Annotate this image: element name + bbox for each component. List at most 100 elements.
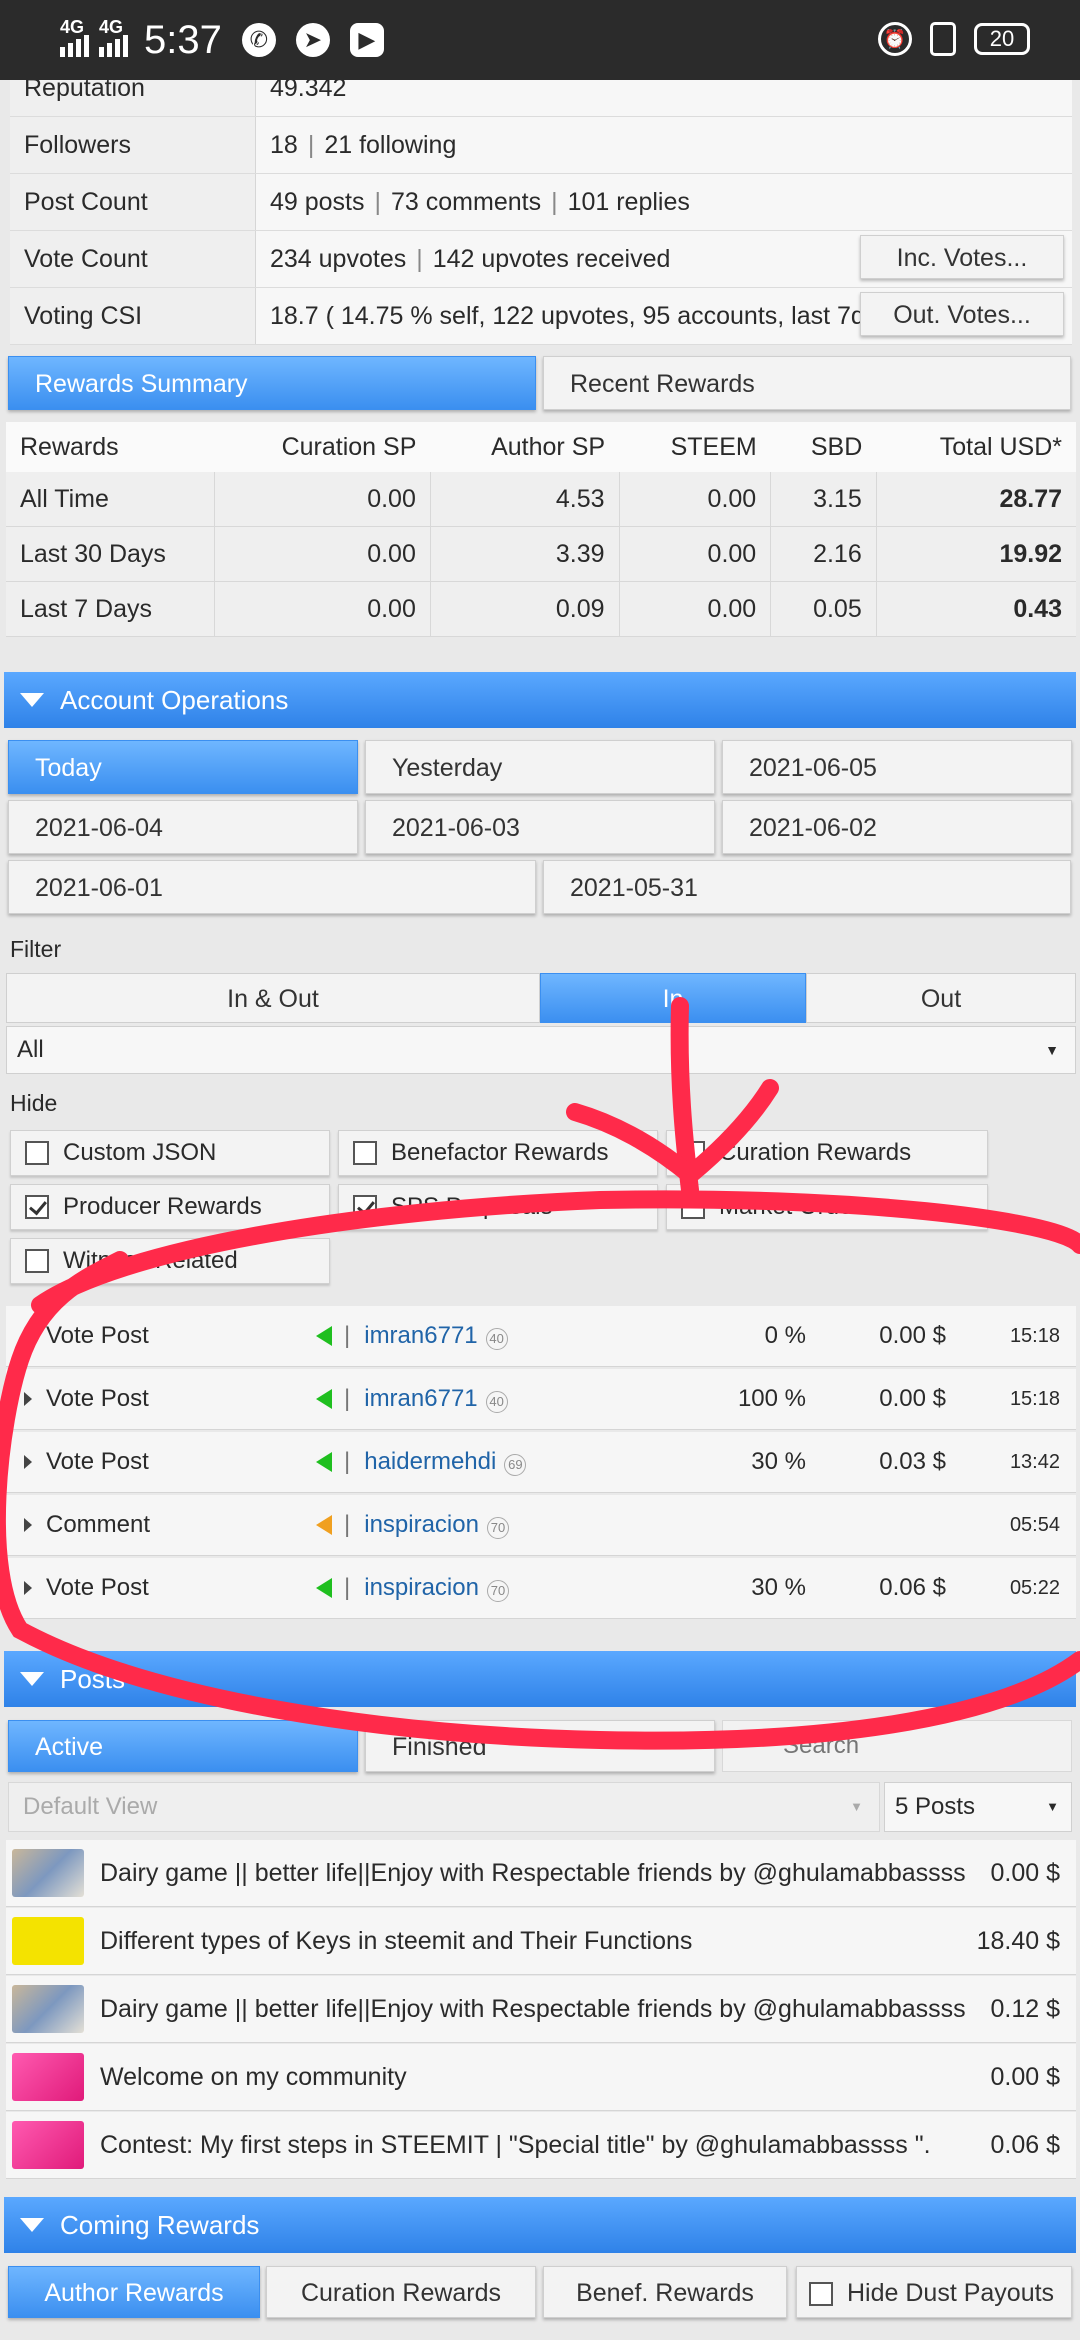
- post-payout: 0.06 $: [990, 2130, 1060, 2159]
- operation-row[interactable]: Vote Post | haidermehdi 69 30 % 0.03 $ 13…: [6, 1432, 1076, 1493]
- cell: 0.05: [770, 581, 877, 637]
- post-title: Welcome on my community: [100, 2062, 407, 2091]
- cell: 0.09: [429, 581, 620, 637]
- tab-recent-rewards[interactable]: Recent Rewards: [543, 356, 1071, 410]
- date-tab[interactable]: 2021-06-02: [722, 800, 1072, 854]
- operation-type: Vote Post: [46, 1448, 149, 1475]
- operation-row[interactable]: Vote Post | inspiracion 70 30 % 0.06 $ 05…: [6, 1558, 1076, 1619]
- column-header: Author SP: [491, 432, 606, 461]
- post-payout: 0.00 $: [990, 1858, 1060, 1887]
- post-item[interactable]: Dairy game || better life||Enjoy with Re…: [6, 1976, 1076, 2043]
- stat-row: Followers 18 | 21 following: [10, 116, 1072, 174]
- username-link[interactable]: haidermehdi 69: [364, 1448, 594, 1476]
- stat-label: Followers: [10, 116, 256, 174]
- inc-votes-button[interactable]: Inc. Votes...: [860, 235, 1064, 279]
- tab-rewards-summary[interactable]: Rewards Summary: [8, 356, 536, 410]
- hide-custom-json-checkbox[interactable]: Custom JSON: [10, 1130, 330, 1176]
- post-item[interactable]: Dairy game || better life||Enjoy with Re…: [6, 1840, 1076, 1907]
- column-header: Rewards: [20, 432, 119, 461]
- expand-caret-icon: [24, 1329, 32, 1343]
- select-value: Default View: [23, 1793, 158, 1820]
- account-stats-table: Reputation 49.342 Followers 18 | 21 followi…: [10, 80, 1072, 345]
- cell: 0.00: [618, 526, 771, 582]
- posts-count-select[interactable]: 5 Posts ▼: [884, 1782, 1072, 1832]
- alarm-icon: ⏰: [878, 22, 912, 56]
- hide-dust-payouts-checkbox[interactable]: Hide Dust Payouts: [796, 2266, 1072, 2318]
- expand-caret-icon: [24, 1518, 32, 1532]
- stat-value: 49.342: [255, 80, 1072, 117]
- vote-percent: 30 %: [751, 1574, 806, 1601]
- filter-tab-out[interactable]: Out: [806, 973, 1076, 1023]
- operation-time: 15:18: [1009, 1324, 1060, 1347]
- date-tab[interactable]: 2021-06-01: [8, 860, 536, 914]
- operation-row[interactable]: Comment | inspiracion 70 05:54: [6, 1495, 1076, 1556]
- select-value: 5 Posts: [895, 1793, 976, 1820]
- posts-view-select[interactable]: Default View ▼: [8, 1782, 880, 1832]
- posts-tab-active[interactable]: Active: [8, 1720, 358, 1772]
- stat-label: Vote Count: [10, 230, 256, 288]
- vote-percent: 100 %: [737, 1385, 806, 1412]
- posts-header[interactable]: Posts: [4, 1651, 1076, 1707]
- date-tab[interactable]: 2021-06-04: [8, 800, 358, 854]
- date-tab[interactable]: 2021-06-03: [365, 800, 715, 854]
- post-thumbnail: [12, 2053, 84, 2101]
- column-header: Curation SP: [281, 432, 417, 461]
- reputation-badge: 70: [486, 1517, 509, 1539]
- stat-label: Reputation: [10, 80, 256, 117]
- tab-benef-rewards[interactable]: Benef. Rewards: [543, 2266, 787, 2318]
- cell: 0.00: [213, 581, 431, 637]
- post-item[interactable]: Welcome on my community 0.00 $: [6, 2044, 1076, 2111]
- hide-curation-rewards-checkbox[interactable]: Curation Rewards: [666, 1130, 988, 1176]
- total-cell: 0.43: [875, 581, 1076, 637]
- page-content: Reputation 49.342 Followers 18 | 21 followi…: [0, 80, 1080, 2340]
- account-operations-header[interactable]: Account Operations: [4, 672, 1076, 728]
- post-item[interactable]: Contest: My first steps in STEEMIT | "Sp…: [6, 2112, 1076, 2179]
- reputation-badge: 40: [485, 1328, 508, 1350]
- hide-sps-proposals-checkbox[interactable]: SPS Proposals: [338, 1184, 658, 1230]
- vote-value: 0.06 $: [879, 1574, 946, 1601]
- operation-row[interactable]: Vote Post | imran6771 40 0 % 0.00 $ 15:18: [6, 1306, 1076, 1367]
- table-header: Rewards Curation SP Author SP STEEM SBD …: [6, 422, 1076, 472]
- operation-time: 15:18: [1009, 1387, 1060, 1410]
- collapse-triangle-icon: [20, 2218, 44, 2232]
- out-votes-button[interactable]: Out. Votes...: [860, 292, 1064, 336]
- username-link[interactable]: inspiracion 70: [364, 1574, 594, 1602]
- date-tab-today[interactable]: Today: [8, 740, 358, 794]
- username-link[interactable]: inspiracion 70: [364, 1511, 594, 1539]
- column-header: Total USD*: [939, 432, 1062, 461]
- post-payout: 0.00 $: [990, 2062, 1060, 2091]
- post-payout: 18.40 $: [976, 1926, 1060, 1955]
- table-row: Last 7 Days 0.00 0.09 0.00 0.05 0.43: [6, 581, 1076, 637]
- hide-producer-rewards-checkbox[interactable]: Producer Rewards: [10, 1184, 330, 1230]
- stat-value: 49 posts | 73 comments | 101 replies: [255, 173, 1072, 231]
- hide-market-orders-checkbox[interactable]: Market Orders: [666, 1184, 988, 1230]
- hide-benefactor-rewards-checkbox[interactable]: Benefactor Rewards: [338, 1130, 658, 1176]
- date-tab-yesterday[interactable]: Yesterday: [365, 740, 715, 794]
- username-link[interactable]: imran6771 40: [364, 1322, 594, 1350]
- cell: 3.39: [429, 526, 620, 582]
- reputation-badge: 69: [504, 1454, 527, 1476]
- operation-time: 05:54: [1009, 1513, 1060, 1536]
- collapse-triangle-icon: [20, 693, 44, 707]
- posts-search-input[interactable]: [722, 1720, 1072, 1772]
- posts-tab-finished[interactable]: Finished: [365, 1720, 715, 1772]
- stat-value: 234 upvotes | 142 upvotes received Inc. Vo…: [255, 230, 1072, 288]
- date-tab[interactable]: 2021-05-31: [543, 860, 1071, 914]
- vote-percent: 30 %: [751, 1448, 806, 1475]
- reputation-badge: 40: [485, 1391, 508, 1413]
- coming-rewards-header[interactable]: Coming Rewards: [4, 2197, 1076, 2253]
- operation-row[interactable]: Vote Post | imran6771 40 100 % 0.00 $ 15:…: [6, 1369, 1076, 1430]
- table-row: Last 30 Days 0.00 3.39 0.00 2.16 19.92: [6, 526, 1076, 582]
- operation-type-select[interactable]: All ▼: [6, 1026, 1076, 1074]
- username-link[interactable]: imran6771 40: [364, 1385, 594, 1413]
- date-tab[interactable]: 2021-06-05: [722, 740, 1072, 794]
- post-item[interactable]: Different types of Keys in steemit and T…: [6, 1908, 1076, 1975]
- cell: 4.53: [429, 472, 620, 527]
- total-cell: 28.77: [875, 472, 1076, 527]
- filter-tab-in[interactable]: In: [540, 973, 806, 1023]
- vote-value: 0.00 $: [879, 1322, 946, 1349]
- filter-tab-in-out[interactable]: In & Out: [6, 973, 540, 1023]
- tab-author-rewards[interactable]: Author Rewards: [8, 2266, 260, 2318]
- hide-witness-related-checkbox[interactable]: Witness Related: [10, 1238, 330, 1284]
- tab-curation-rewards[interactable]: Curation Rewards: [266, 2266, 536, 2318]
